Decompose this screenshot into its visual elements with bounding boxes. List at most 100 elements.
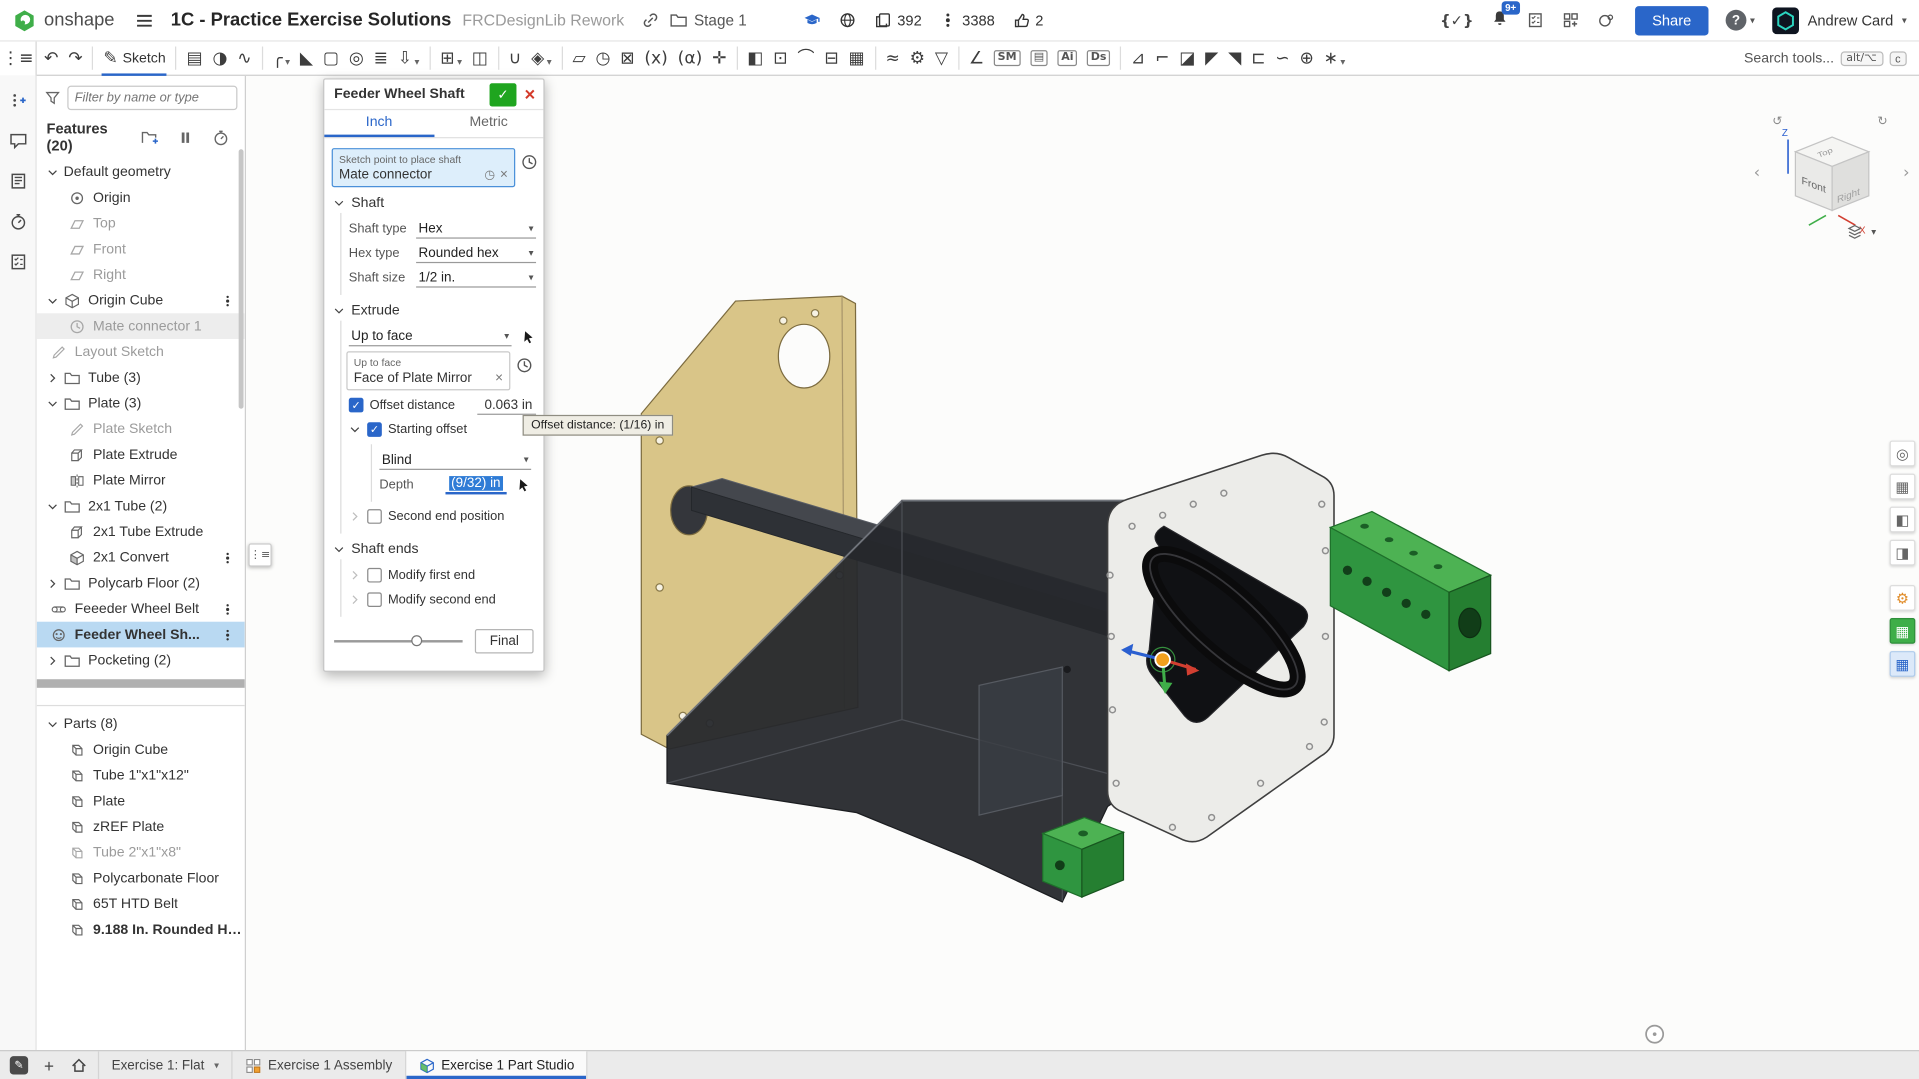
toolbar-button[interactable]: ◣ [295, 41, 318, 75]
second-end-checkbox[interactable] [367, 509, 382, 524]
user-name[interactable]: Andrew Card [1808, 12, 1894, 29]
help-chevron-icon[interactable]: ▾ [1750, 15, 1755, 26]
tree-chevron-icon[interactable] [47, 371, 64, 383]
copies-icon[interactable] [874, 11, 892, 29]
link-icon[interactable] [641, 11, 659, 29]
final-button[interactable]: Final [475, 629, 534, 653]
feature-row[interactable]: 2x1 Tube Extrude [37, 519, 245, 545]
tree-chevron-icon[interactable] [47, 500, 64, 512]
ai-assistant-icon[interactable] [1597, 11, 1615, 29]
chevron-right-icon[interactable] [349, 510, 361, 522]
home-icon[interactable] [70, 1056, 88, 1074]
toolbar-button[interactable]: ↶ [39, 41, 63, 75]
overflow-dots-icon[interactable] [220, 602, 235, 617]
right-panel-button[interactable]: ◎ [1890, 441, 1916, 467]
right-panel-button[interactable]: ◨ [1890, 540, 1916, 566]
part-row[interactable]: Tube 1"x1"x12" [37, 762, 245, 788]
section-shaft-ends[interactable]: Shaft ends [333, 542, 539, 557]
tree-chevron-icon[interactable] [47, 397, 64, 409]
shaft-type-dropdown[interactable]: Hex [416, 220, 536, 238]
toolbar-button[interactable]: ▤ [182, 41, 208, 75]
feature-row[interactable]: Plate Extrude [37, 442, 245, 468]
learning-center-icon[interactable] [803, 11, 821, 29]
chevron-down-icon[interactable] [1338, 47, 1345, 70]
sketch-point-field[interactable]: Sketch point to place shaft Mate connect… [332, 148, 516, 187]
clear-selection-icon[interactable]: × [500, 168, 508, 183]
right-panel-button[interactable]: ◧ [1890, 507, 1916, 533]
clear-selection-icon[interactable]: × [495, 371, 503, 386]
document-tab[interactable]: Exercise 1 Part Studio [406, 1051, 588, 1079]
feature-row[interactable]: Polycarb Floor (2) [37, 570, 245, 596]
help-icon[interactable]: ? [1726, 10, 1747, 31]
display-state-selector[interactable]: ▾ [1846, 223, 1877, 241]
right-panel-button[interactable]: ▦ [1890, 651, 1916, 677]
chevron-down-icon[interactable] [214, 1060, 219, 1071]
tree-chevron-icon[interactable] [47, 294, 64, 306]
starting-offset-dropdown[interactable]: Blind [379, 451, 531, 469]
toolbar-button[interactable]: ⌒ [793, 41, 820, 75]
toolbar-button[interactable]: ⊿ [1126, 41, 1150, 75]
feature-row[interactable]: Feeeder Wheel Belt [37, 596, 245, 622]
toolbar-button[interactable]: ⚙ [905, 41, 930, 75]
toolbar-button[interactable]: ⌐ [1150, 41, 1174, 75]
tab-inch[interactable]: Inch [324, 110, 434, 137]
toolbar-button[interactable]: ▽ [930, 41, 953, 75]
cancel-button[interactable]: × [516, 85, 543, 103]
starting-offset-checkbox[interactable] [367, 422, 382, 437]
view-cube[interactable]: ↺ ↻ ‹ › Top Front Right Z X [1748, 103, 1919, 250]
feature-row[interactable]: Mate connector 1 [37, 313, 245, 339]
toolbar-button[interactable]: ◧ [742, 41, 768, 75]
toolbar-button[interactable]: ↷ [63, 41, 87, 75]
feature-row[interactable]: 2x1 Convert [37, 545, 245, 571]
feedback-icon[interactable]: ✎ [10, 1056, 28, 1074]
likes-icon[interactable] [1012, 11, 1030, 29]
chevron-down-icon[interactable] [412, 47, 419, 70]
toolbar-button[interactable]: ∿ [232, 41, 256, 75]
tree-chevron-icon[interactable] [47, 166, 64, 178]
share-button[interactable]: Share [1635, 6, 1708, 35]
panel-scrollbar[interactable] [239, 149, 244, 408]
slider-knob[interactable] [411, 635, 422, 646]
toolbar-button[interactable]: ⊞ [435, 41, 467, 75]
document-tab[interactable]: Exercise 1: Flat [98, 1051, 232, 1079]
feature-row[interactable]: 2x1 Tube (2) [37, 493, 245, 519]
feature-row[interactable]: Plate (3) [37, 390, 245, 416]
search-tools[interactable]: Search tools... alt/⌥ c [1744, 42, 1919, 76]
toolbar-button[interactable]: ⊏ [1246, 41, 1270, 75]
notifications-bell[interactable]: 9+ [1491, 8, 1509, 32]
toolbar-button[interactable]: ◪ [1174, 41, 1200, 75]
toolbar-button[interactable]: ▤ [1025, 41, 1053, 75]
toolbar-button[interactable]: ∽ [1270, 41, 1294, 75]
mate-connector-toggle-icon[interactable] [520, 153, 538, 171]
right-panel-button[interactable]: ▦ [1890, 618, 1916, 644]
toolbar-button[interactable]: ✎ Sketch [98, 41, 170, 75]
public-globe-icon[interactable] [839, 11, 857, 29]
user-chevron-icon[interactable]: ▾ [1902, 15, 1907, 26]
strip-tool-icon[interactable] [8, 171, 28, 191]
part-row[interactable]: Origin Cube [37, 737, 245, 763]
viewport-3d[interactable] [0, 76, 1919, 1050]
toolbar-button[interactable]: (α) [673, 41, 707, 75]
syntax-check-icon[interactable]: {✓} [1440, 12, 1473, 29]
part-row[interactable]: zREF Plate [37, 814, 245, 840]
depth-input[interactable]: (9/32) in [445, 475, 507, 495]
feature-row[interactable]: Tube (3) [37, 365, 245, 391]
avatar[interactable] [1772, 7, 1799, 34]
shaft-size-dropdown[interactable]: 1/2 in. [416, 269, 536, 287]
modify-second-end-checkbox[interactable] [367, 592, 382, 607]
tree-popout-button[interactable]: ⋮≡ [248, 543, 271, 566]
feature-row[interactable]: Right [37, 262, 245, 288]
app-store-icon[interactable] [1562, 11, 1580, 29]
part-row[interactable]: 65T HTD Belt [37, 891, 245, 917]
right-panel-button[interactable]: ▦ [1890, 474, 1916, 500]
right-panel-button[interactable]: ⚙ [1890, 585, 1916, 611]
toolbar-button[interactable]: ◎ [344, 41, 369, 75]
toolbar-button[interactable]: ⋮≡ [0, 41, 37, 75]
section-extrude[interactable]: Extrude [333, 304, 539, 319]
feature-row[interactable]: Plate Sketch [37, 416, 245, 442]
new-folder-icon[interactable] [141, 128, 159, 146]
toolbar-button[interactable]: ⊕ [1295, 41, 1319, 75]
chevron-down-icon[interactable] [544, 47, 551, 70]
strip-tool-icon[interactable] [8, 212, 28, 232]
toolbar-button[interactable]: ▦ [844, 41, 870, 75]
